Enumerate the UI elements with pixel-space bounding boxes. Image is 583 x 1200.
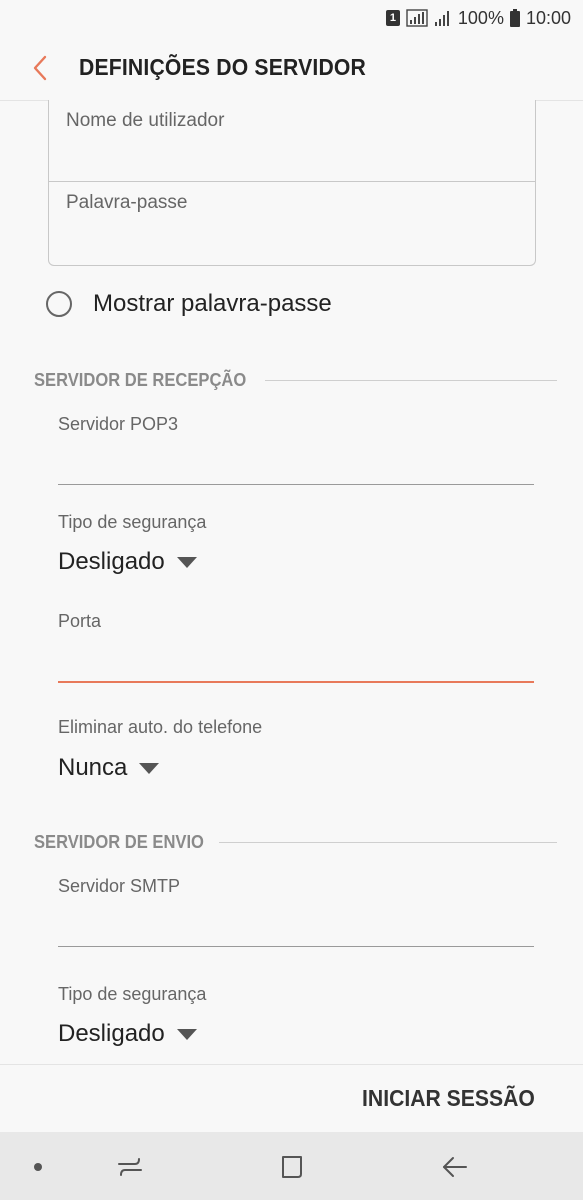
username-row bbox=[49, 100, 535, 182]
show-password-radio[interactable] bbox=[46, 291, 72, 317]
navigation-bar bbox=[0, 1132, 583, 1200]
dropdown-arrow-icon bbox=[139, 762, 160, 774]
bottom-action-bar: INICIAR SESSÃO bbox=[0, 1064, 583, 1133]
outgoing-server-title: SERVIDOR DE ENVIO bbox=[34, 832, 204, 852]
chevron-left-icon bbox=[33, 55, 47, 81]
settings-form[interactable]: Mostrar palavra-passe SERVIDOR DE RECEPÇ… bbox=[0, 100, 583, 1064]
delete-from-phone-dropdown[interactable]: Nunca bbox=[58, 754, 160, 782]
delete-from-phone-label: Eliminar auto. do telefone bbox=[58, 717, 263, 737]
show-password-label: Mostrar palavra-passe bbox=[93, 290, 332, 317]
recent-apps-button[interactable] bbox=[115, 1152, 145, 1182]
signal-strength-icon bbox=[406, 9, 428, 27]
pop3-server-field[interactable] bbox=[58, 448, 534, 485]
password-row bbox=[49, 182, 535, 265]
app-bar: DEFINIÇÕES DO SERVIDOR bbox=[0, 36, 583, 101]
outgoing-security-value: Desligado bbox=[58, 1020, 165, 1047]
port-field[interactable] bbox=[58, 645, 534, 683]
section-divider bbox=[218, 842, 557, 843]
section-divider bbox=[264, 380, 557, 381]
battery-percent: 100% bbox=[457, 7, 504, 28]
status-icons: 1 100% 10:00 bbox=[385, 6, 571, 30]
home-button[interactable] bbox=[277, 1152, 307, 1182]
clock: 10:00 bbox=[525, 7, 571, 28]
sim-icon: 1 bbox=[385, 10, 400, 26]
smtp-server-label: Servidor SMTP bbox=[58, 876, 181, 896]
outgoing-security-label: Tipo de segurança bbox=[58, 984, 207, 1004]
smtp-server-field[interactable] bbox=[58, 910, 534, 947]
page-title: DEFINIÇÕES DO SERVIDOR bbox=[79, 54, 367, 80]
incoming-server-header: SERVIDOR DE RECEPÇÃO bbox=[34, 370, 557, 391]
show-password-toggle[interactable]: Mostrar palavra-passe bbox=[46, 290, 332, 318]
incoming-security-dropdown[interactable]: Desligado bbox=[58, 548, 197, 576]
dropdown-arrow-icon bbox=[176, 556, 197, 568]
incoming-security-value: Desligado bbox=[58, 548, 165, 575]
outgoing-server-header: SERVIDOR DE ENVIO bbox=[34, 832, 557, 853]
sign-in-button[interactable]: INICIAR SESSÃO bbox=[362, 1085, 535, 1112]
delete-from-phone-value: Nunca bbox=[58, 754, 128, 781]
password-field[interactable] bbox=[66, 192, 516, 214]
status-bar: 1 100% 10:00 bbox=[0, 0, 583, 36]
signal-bars-icon bbox=[434, 11, 449, 26]
home-icon bbox=[282, 1156, 302, 1178]
username-field[interactable] bbox=[66, 110, 516, 132]
recent-apps-icon bbox=[118, 1158, 142, 1176]
port-label: Porta bbox=[58, 611, 102, 631]
credentials-box bbox=[48, 100, 536, 266]
incoming-security-label: Tipo de segurança bbox=[58, 512, 207, 532]
back-arrow-icon bbox=[443, 1157, 467, 1177]
dot-icon bbox=[34, 1163, 42, 1171]
battery-icon bbox=[509, 9, 520, 27]
incoming-server-title: SERVIDOR DE RECEPÇÃO bbox=[34, 370, 247, 390]
outgoing-security-dropdown[interactable]: Desligado bbox=[58, 1020, 197, 1048]
back-button[interactable] bbox=[22, 50, 58, 86]
back-nav-button[interactable] bbox=[440, 1152, 470, 1182]
dropdown-arrow-icon bbox=[176, 1028, 197, 1040]
pop3-server-label: Servidor POP3 bbox=[58, 414, 179, 434]
